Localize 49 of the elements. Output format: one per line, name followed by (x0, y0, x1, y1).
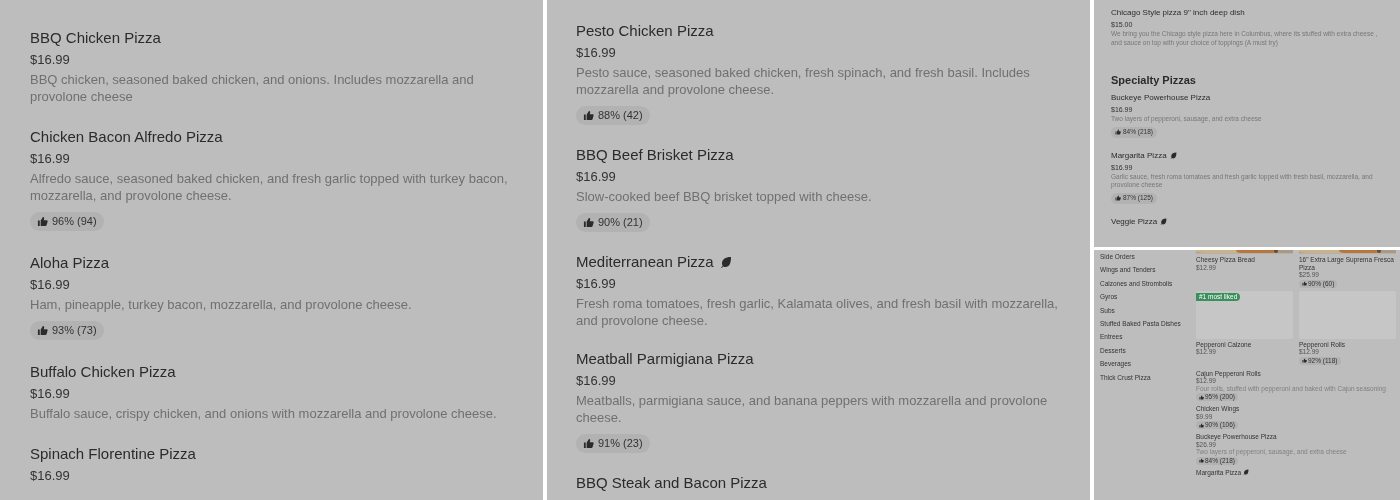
thumbs-up-icon (1199, 422, 1204, 428)
rating-badge: 90% (21) (576, 213, 650, 232)
item-description: Pesto sauce, seasoned baked chicken, fresh spinach, and fresh basil. Includes mozzarella and provolone cheese. (576, 64, 1031, 98)
thumbs-up-icon (1302, 358, 1307, 363)
item-name: Mediterranean Pizza (576, 252, 714, 272)
item-name: Pesto Chicken Pizza (576, 21, 714, 41)
item-name: Buffalo Chicken Pizza (30, 362, 176, 382)
thumbs-up-icon (1115, 129, 1121, 135)
item-name: Veggie Pizza (1111, 215, 1158, 228)
item-description: Slow-cooked beef BBQ brisket topped with cheese. (576, 188, 873, 205)
item-description: Buffalo sauce, crispy chicken, and onions with mozzarella and provolone cheese. (30, 405, 498, 422)
item-name: Margarita Pizza (1111, 149, 1167, 162)
item-name: Chicken Bacon Alfredo Pizza (30, 127, 223, 147)
rating-badge: 93% (73) (30, 321, 104, 340)
thumbs-up-icon (1302, 281, 1307, 286)
section-heading: Specialty Pizzas (1111, 73, 1197, 87)
rating-badge: 88% (42) (576, 106, 650, 125)
item-price: $16.99 (30, 276, 71, 294)
item-description: Fresh roma tomatoes, fresh garlic, Kalamata olives, and fresh basil with mozzarella, and provolone cheese. (576, 295, 1059, 329)
item-name: Buckeye Powerhouse Pizza (1111, 92, 1211, 104)
item-description: Ham, pineapple, turkey bacon, mozzarella, and provolone cheese. (30, 296, 413, 313)
item-name: BBQ Beef Brisket Pizza (576, 145, 734, 165)
item-description: BBQ chicken, seasoned baked chicken, and onions. Includes mozzarella and provolone cheese (30, 71, 475, 105)
thumbs-up-icon (583, 217, 594, 228)
item-name: Meatball Parmigiana Pizza (576, 349, 754, 369)
thumbs-up-icon (37, 325, 48, 336)
thumbs-up-icon (1199, 458, 1204, 463)
rating-badge: 91% (23) (576, 434, 650, 453)
item-price: $16.99 (30, 150, 71, 168)
item-name: Chicago Style pizza 9" inch deep dish (1111, 7, 1245, 19)
rating-badge: 96% (94) (30, 212, 104, 231)
thumbs-up-icon (1199, 394, 1204, 400)
thumbs-up-icon (583, 438, 594, 449)
item-price: $16.99 (30, 51, 71, 69)
item-price: $16.99 (30, 467, 71, 485)
item-name: BBQ Chicken Pizza (30, 28, 161, 48)
thumbs-up-icon (583, 110, 594, 121)
item-name: Aloha Pizza (30, 253, 110, 273)
thumbs-up-icon (1115, 195, 1121, 201)
item-description: Alfredo sauce, seasoned baked chicken, and fresh garlic topped with turkey bacon, mozzarella, and provolone cheese. (30, 170, 509, 204)
item-price: $16.99 (30, 385, 71, 403)
item-name: BBQ Steak and Bacon Pizza (576, 473, 767, 493)
item-name: Spinach Florentine Pizza (30, 444, 196, 464)
item-price: $16.99 (576, 44, 617, 62)
item-price: $16.99 (576, 372, 617, 390)
thumbs-up-icon (37, 216, 48, 227)
item-price: $16.99 (576, 275, 617, 293)
item-price: $16.99 (576, 168, 617, 186)
item-description: Meatballs, parmigiana sauce, and banana peppers with mozzarella and provolone cheese. (576, 392, 1049, 426)
